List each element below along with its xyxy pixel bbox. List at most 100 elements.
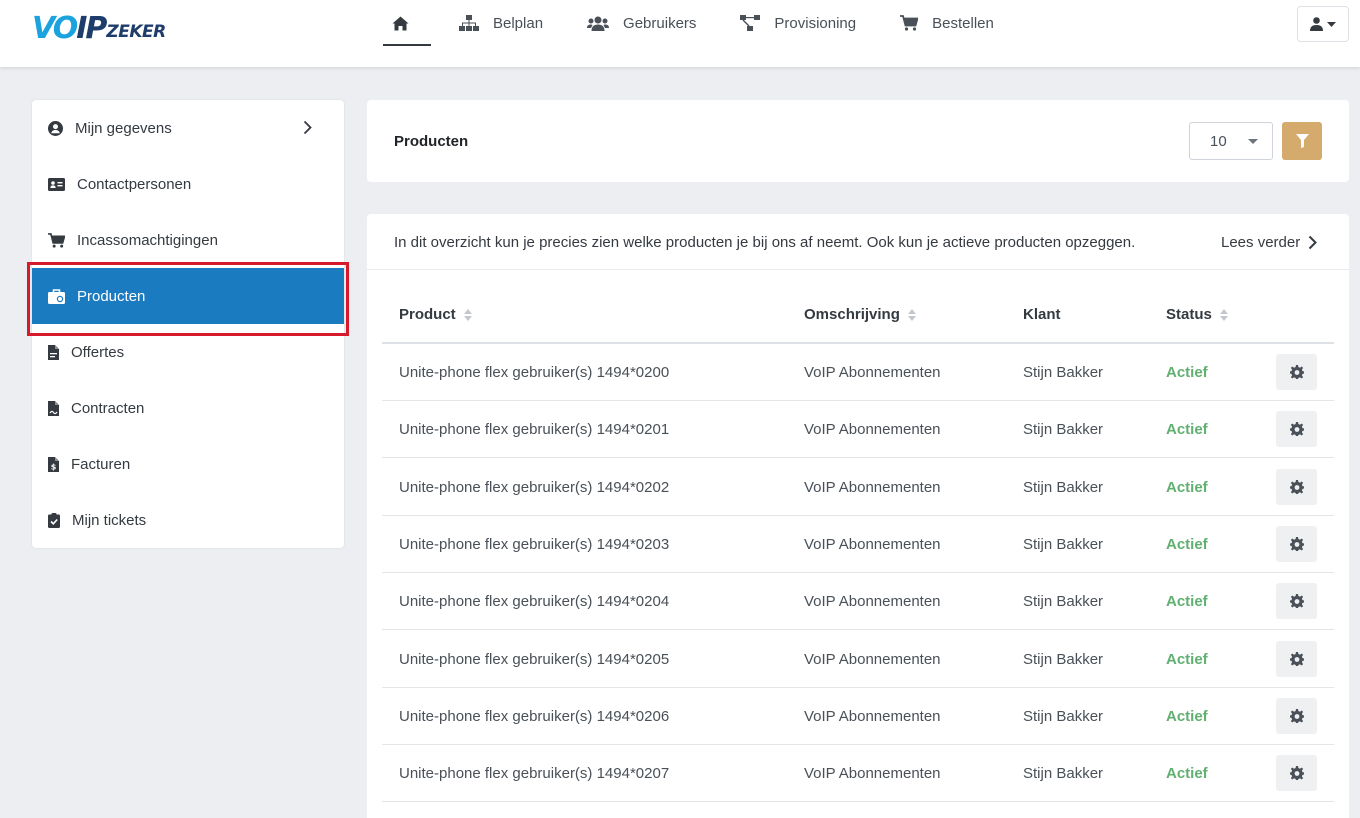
caret-down-icon — [1327, 21, 1336, 27]
cell-klant: Stijn Bakker — [1023, 421, 1104, 439]
table-row: Unite-phone flex gebruiker(s) 1494*0203 V… — [382, 516, 1334, 573]
row-settings-button[interactable] — [1276, 525, 1317, 562]
per-page-select[interactable]: 10 — [1189, 122, 1273, 160]
cell-klant: Stijn Bakker — [1023, 765, 1104, 783]
cell-product: Unite-phone flex gebruiker(s) 1494*0206 — [399, 707, 670, 725]
nav-belplan[interactable]: Belplan — [459, 0, 543, 46]
column-header-omschrijving[interactable]: Omschrijving — [804, 306, 916, 323]
column-header-product[interactable]: Product — [399, 306, 472, 323]
column-header-label: Klant — [1023, 306, 1061, 323]
sidebar-item-label: Offertes — [71, 343, 125, 361]
sidebar-item-mijn-gegevens[interactable]: Mijn gegevens — [32, 100, 344, 156]
gear-icon — [1289, 479, 1304, 494]
table-row: Unite-phone flex gebruiker(s) 1494*0206 V… — [382, 688, 1334, 745]
row-settings-button[interactable] — [1276, 583, 1317, 620]
column-header-label: Status — [1166, 306, 1212, 323]
sidebar-item-label: Incassomachtigingen — [77, 231, 218, 249]
file-icon — [48, 344, 59, 360]
user-menu-button[interactable] — [1297, 6, 1349, 42]
cell-klant: Stijn Bakker — [1023, 650, 1104, 668]
clipboard-check-icon — [48, 512, 60, 528]
products-list-card: In dit overzicht kun je precies zien wel… — [367, 214, 1349, 818]
logo-voip-mark: VOIP — [32, 11, 107, 46]
nav-provisioning[interactable]: Provisioning — [740, 0, 856, 46]
cell-product: Unite-phone flex gebruiker(s) 1494*0202 — [399, 478, 670, 496]
cell-product: Unite-phone flex gebruiker(s) 1494*0200 — [399, 364, 670, 381]
row-settings-button[interactable] — [1276, 697, 1317, 734]
cell-omschrijving: VoIP Abonnementen — [804, 593, 941, 611]
sidebar-item-facturen[interactable]: $ Facturen — [32, 436, 344, 492]
cart-icon — [900, 15, 919, 31]
per-page-value: 10 — [1210, 132, 1227, 150]
cell-status: Actief — [1166, 765, 1208, 783]
home-icon — [392, 16, 408, 30]
id-card-icon — [48, 177, 65, 191]
cell-status: Actief — [1166, 478, 1208, 496]
table-row: Unite-phone flex gebruiker(s) 1494*0201 V… — [382, 401, 1334, 459]
sidebar-item-label: Contracten — [71, 399, 145, 417]
logo-zeker-mark: ZEKER — [106, 22, 166, 42]
cell-status: Actief — [1166, 707, 1208, 725]
sidebar-item-label: Facturen — [71, 455, 131, 473]
nav-bestellen-label: Bestellen — [932, 14, 994, 32]
table-row: Unite-phone flex gebruiker(s) 1494*0205 V… — [382, 631, 1334, 688]
cell-klant: Stijn Bakker — [1023, 535, 1104, 553]
cell-product: Unite-phone flex gebruiker(s) 1494*0204 — [399, 593, 670, 611]
gear-icon — [1289, 594, 1304, 609]
cell-status: Actief — [1166, 364, 1208, 381]
cell-product: Unite-phone flex gebruiker(s) 1494*0205 — [399, 650, 670, 668]
sidebar-item-label: Mijn gegevens — [75, 119, 172, 137]
divider — [367, 269, 1349, 270]
cell-omschrijving: VoIP Abonnementen — [804, 421, 941, 439]
cell-omschrijving: VoIP Abonnementen — [804, 650, 941, 668]
nav-belplan-label: Belplan — [493, 14, 544, 32]
nav-bestellen[interactable]: Bestellen — [900, 0, 994, 46]
row-settings-button[interactable] — [1276, 755, 1317, 792]
cell-omschrijving: VoIP Abonnementen — [804, 707, 941, 725]
producten-header-card: Producten 10 — [367, 100, 1349, 182]
read-more-link[interactable]: Lees verder — [1221, 234, 1318, 251]
main-nav: Belplan Gebruikers Provisioning Bestelle… — [383, 0, 1038, 46]
row-settings-button[interactable] — [1276, 354, 1317, 390]
intro-text: In dit overzicht kun je precies zien wel… — [394, 234, 1136, 251]
cell-omschrijving: VoIP Abonnementen — [804, 364, 941, 381]
cell-klant: Stijn Bakker — [1023, 478, 1104, 496]
sidebar-item-contracten[interactable]: Contracten — [32, 380, 344, 436]
column-header-klant: Klant — [1023, 306, 1061, 323]
nav-gebruikers[interactable]: Gebruikers — [587, 0, 696, 46]
users-icon — [587, 16, 610, 31]
filter-icon — [1295, 134, 1309, 148]
gear-icon — [1289, 536, 1304, 551]
nav-gebruikers-label: Gebruikers — [623, 14, 697, 32]
brand-logo[interactable]: VOIP ZEKER — [32, 6, 166, 44]
caret-down-icon — [1248, 139, 1258, 144]
sidebar-item-label: Contactpersonen — [77, 175, 192, 193]
cell-omschrijving: VoIP Abonnementen — [804, 535, 941, 553]
cell-product: Unite-phone flex gebruiker(s) 1494*0201 — [399, 421, 670, 439]
active-item-highlight — [27, 262, 349, 336]
invoice-icon: $ — [48, 456, 59, 472]
cell-status: Actief — [1166, 593, 1208, 611]
user-circle-icon — [48, 120, 63, 136]
file-contract-icon — [48, 400, 59, 416]
cell-klant: Stijn Bakker — [1023, 593, 1104, 611]
row-settings-button[interactable] — [1276, 640, 1317, 677]
sidebar-item-contactpersonen[interactable]: Contactpersonen — [32, 156, 344, 212]
cell-status: Actief — [1166, 535, 1208, 553]
sidebar-item-mijn-tickets[interactable]: Mijn tickets — [32, 492, 344, 548]
column-header-status[interactable]: Status — [1166, 306, 1228, 323]
row-settings-button[interactable] — [1276, 411, 1317, 448]
row-settings-button[interactable] — [1276, 468, 1317, 505]
table-row: Unite-phone flex gebruiker(s) 1494*0200 V… — [382, 344, 1334, 401]
cell-omschrijving: VoIP Abonnementen — [804, 765, 941, 783]
column-header-label: Product — [399, 306, 456, 323]
chevron-right-icon — [1309, 235, 1318, 250]
nav-home[interactable] — [383, 0, 431, 46]
cell-product: Unite-phone flex gebruiker(s) 1494*0203 — [399, 535, 670, 553]
sidebar-item-incassomachtigingen[interactable]: Incassomachtigingen — [32, 212, 344, 268]
table-row: Unite-phone flex gebruiker(s) 1494*0207 V… — [382, 745, 1334, 803]
cell-klant: Stijn Bakker — [1023, 364, 1104, 381]
filter-button[interactable] — [1282, 122, 1322, 160]
cell-status: Actief — [1166, 421, 1208, 439]
project-diagram-icon — [740, 15, 761, 31]
